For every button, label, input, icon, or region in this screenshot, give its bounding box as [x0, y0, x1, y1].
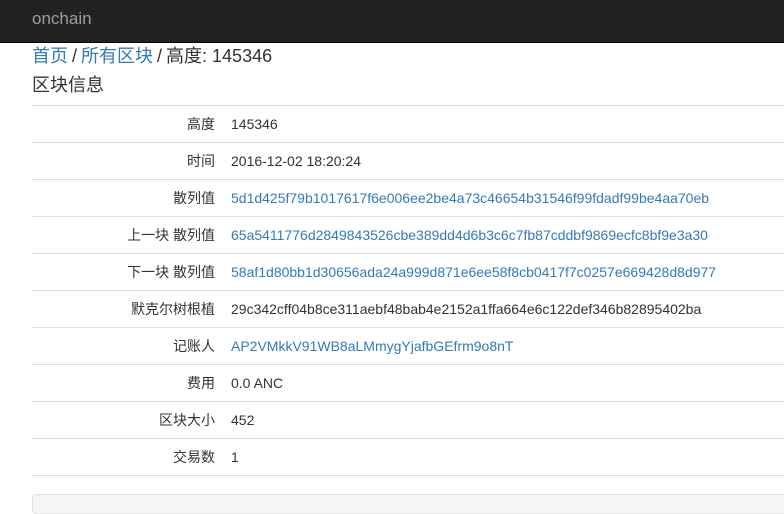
- table-row: 费用 0.0 ANC: [32, 364, 784, 402]
- tx-count-label: 交易数: [32, 438, 215, 476]
- fee-label: 费用: [32, 364, 215, 402]
- breadcrumb-home-link[interactable]: 首页: [32, 46, 68, 66]
- section-title: 区块信息: [32, 75, 104, 95]
- breadcrumb: 首页 / 所有区块 / 高度: 145346: [32, 44, 272, 68]
- transactions-panel: [32, 494, 784, 514]
- table-row: 高度 145346: [32, 105, 784, 143]
- merkle-root-value: 29c342cff04b8ce311aebf48bab4e2152a1ffa66…: [215, 290, 784, 328]
- time-value: 2016-12-02 18:20:24: [215, 142, 784, 180]
- time-label: 时间: [32, 142, 215, 180]
- breadcrumb-all-blocks-link[interactable]: 所有区块: [81, 46, 153, 66]
- height-label: 高度: [32, 105, 215, 143]
- table-row: 散列值 5d1d425f79b1017617f6e006ee2be4a73c46…: [32, 179, 784, 217]
- height-value: 145346: [215, 105, 784, 143]
- block-info-table: 高度 145346 时间 2016-12-02 18:20:24 散列值 5d1…: [32, 105, 784, 476]
- bookkeeper-link[interactable]: AP2VMkkV91WB8aLMmygYjafbGEfrm9o8nT: [231, 338, 513, 354]
- table-row: 记账人 AP2VMkkV91WB8aLMmygYjafbGEfrm9o8nT: [32, 327, 784, 365]
- fee-value: 0.0 ANC: [215, 364, 784, 402]
- breadcrumb-separator: /: [157, 46, 163, 66]
- table-row: 上一块 散列值 65a5411776d2849843526cbe389dd4d6…: [32, 216, 784, 254]
- block-size-value: 452: [215, 401, 784, 439]
- tx-count-value: 1: [215, 438, 784, 476]
- merkle-root-label: 默克尔树根植: [32, 290, 215, 328]
- next-hash-link[interactable]: 58af1d80bb1d30656ada24a999d871e6ee58f8cb…: [231, 264, 716, 280]
- next-hash-label: 下一块 散列值: [32, 253, 215, 291]
- table-row: 下一块 散列值 58af1d80bb1d30656ada24a999d871e6…: [32, 253, 784, 291]
- hash-label: 散列值: [32, 179, 215, 217]
- prev-hash-link[interactable]: 65a5411776d2849843526cbe389dd4d6b3c6c7fb…: [231, 227, 708, 243]
- block-size-label: 区块大小: [32, 401, 215, 439]
- table-row: 默克尔树根植 29c342cff04b8ce311aebf48bab4e2152…: [32, 290, 784, 328]
- table-row: 时间 2016-12-02 18:20:24: [32, 142, 784, 180]
- breadcrumb-separator: /: [72, 46, 78, 66]
- bookkeeper-label: 记账人: [32, 327, 215, 365]
- hash-link[interactable]: 5d1d425f79b1017617f6e006ee2be4a73c46654b…: [231, 190, 709, 206]
- table-row: 交易数 1: [32, 438, 784, 476]
- prev-hash-label: 上一块 散列值: [32, 216, 215, 254]
- brand-link[interactable]: onchain: [32, 9, 92, 29]
- breadcrumb-current: 高度: 145346: [166, 46, 273, 66]
- top-navbar: onchain: [0, 0, 784, 43]
- table-row: 区块大小 452: [32, 401, 784, 439]
